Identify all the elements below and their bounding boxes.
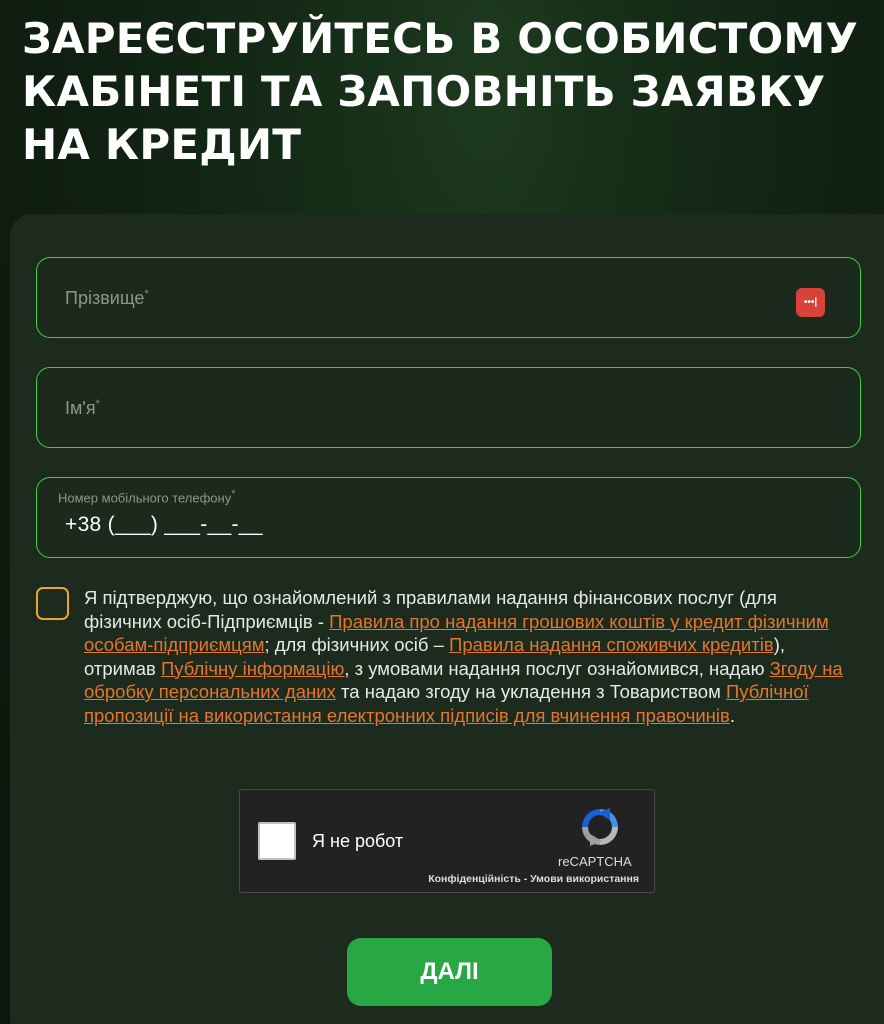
password-manager-icon[interactable]: •••|: [796, 288, 825, 317]
surname-field[interactable]: Прізвище* •••|: [36, 257, 861, 338]
phone-label: Номер мобільного телефону*: [58, 488, 236, 506]
recaptcha-checkbox[interactable]: [258, 822, 296, 860]
recaptcha-privacy-link[interactable]: Конфіденційність: [428, 873, 521, 885]
recaptcha-logo-icon: [582, 808, 618, 846]
consent-text: Я підтверджую, що ознайомлений з правила…: [84, 587, 843, 726]
name-label: Ім'я*: [65, 398, 100, 418]
link-consumer-credit-rules[interactable]: Правила надання споживчих кредитів: [449, 634, 774, 655]
consent-checkbox[interactable]: [36, 587, 69, 620]
recaptcha-brand: reCAPTCHA: [558, 854, 632, 869]
next-button[interactable]: ДАЛІ: [347, 938, 552, 1006]
recaptcha-terms-link[interactable]: Умови використання: [530, 873, 639, 885]
name-field[interactable]: Ім'я*: [36, 367, 861, 448]
phone-input[interactable]: +38 (___) ___-__-__: [65, 513, 263, 537]
phone-field[interactable]: Номер мобільного телефону* +38 (___) ___…: [36, 477, 861, 558]
link-public-information[interactable]: Публічну інформацію: [161, 658, 344, 679]
surname-label: Прізвище*: [65, 288, 149, 308]
recaptcha-widget: Я не робот reCAPTCHA Конфіденційність - …: [239, 789, 655, 893]
recaptcha-links: Конфіденційність - Умови використання: [428, 873, 639, 885]
recaptcha-label: Я не робот: [312, 831, 404, 851]
page-title: ЗАРЕЄСТРУЙТЕСЬ В ОСОБИСТОМУ КАБІНЕТІ ТА …: [22, 14, 859, 169]
